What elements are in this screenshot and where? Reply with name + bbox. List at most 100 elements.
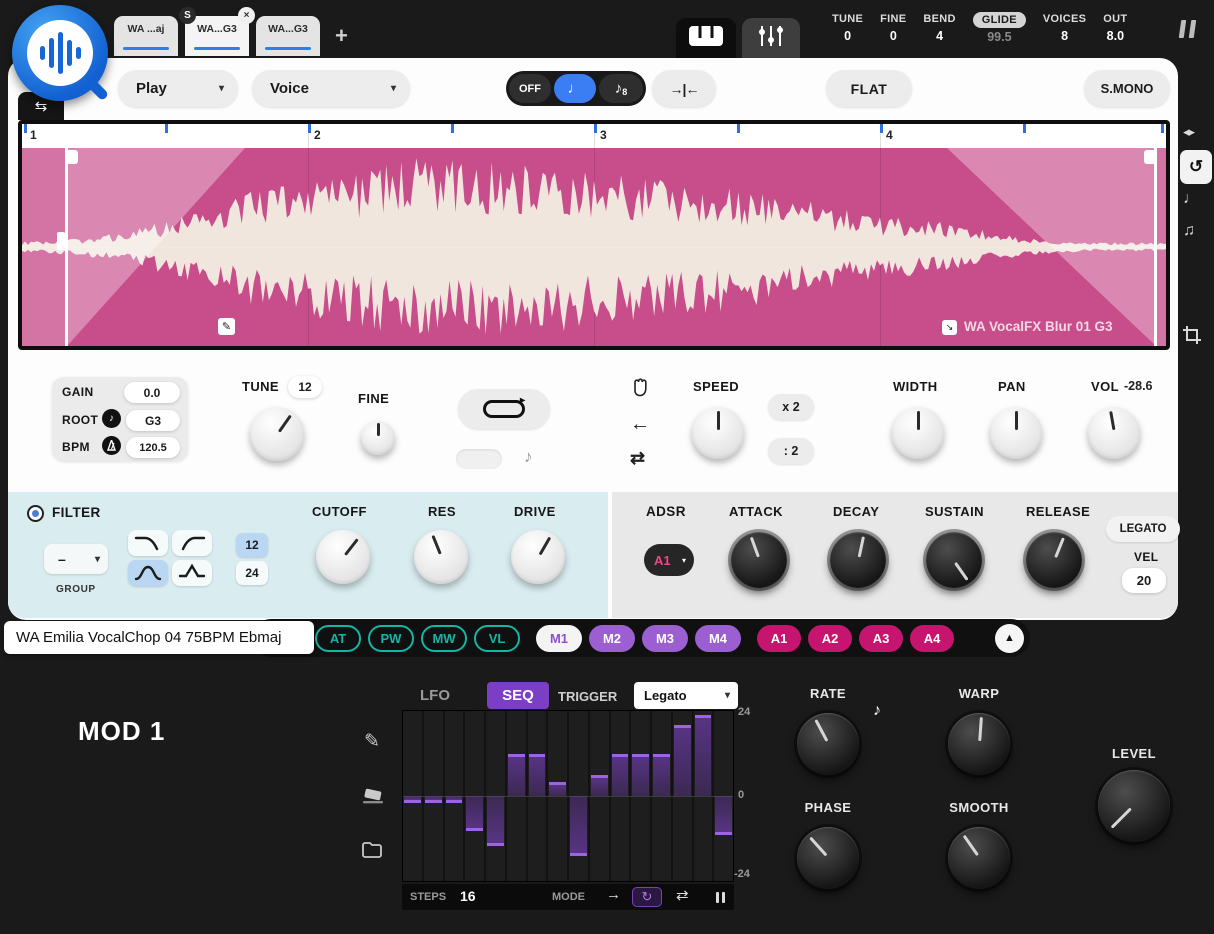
tune-value[interactable]: 12	[288, 376, 322, 398]
param-value[interactable]: 4	[936, 29, 943, 43]
preset-tab-2[interactable]: S × WA...G3	[185, 16, 249, 56]
mod-slot-4[interactable]: M4	[695, 625, 741, 652]
seq-step[interactable]	[484, 711, 505, 881]
slope-12db-button[interactable]: 12	[236, 533, 268, 557]
trigger-mode-dropdown[interactable]: Legato ▾	[634, 682, 738, 709]
flat-button[interactable]: FLAT	[826, 70, 912, 107]
amp-env-1[interactable]: A1	[757, 625, 801, 652]
loop-sync-note-icon[interactable]: ♪	[524, 447, 533, 467]
edit-fade-button[interactable]: ✎	[218, 318, 235, 335]
loaded-sample-filename[interactable]: WA Emilia VocalChop 04 75BPM Ebmaj	[4, 621, 314, 654]
gain-value[interactable]: 0.0	[124, 382, 180, 403]
snap-to-zero-button[interactable]: →|←	[652, 70, 716, 107]
end-marker-flag[interactable]	[1144, 150, 1154, 164]
sync-quarter-note-button[interactable]: ♩	[554, 74, 596, 103]
hand-drag-icon[interactable]	[630, 376, 652, 403]
waveform-canvas[interactable]: ✎ ↘ WA VocalFX Blur 01 G3	[22, 148, 1166, 346]
seq-step[interactable]	[443, 711, 464, 881]
source-velocity[interactable]: VL	[474, 625, 520, 652]
active-edit-tool-button[interactable]: ↺	[1180, 150, 1212, 184]
start-marker-flag[interactable]	[68, 150, 78, 164]
tab-lfo[interactable]: LFO	[420, 687, 450, 704]
start-marker-handle[interactable]	[57, 232, 65, 250]
amp-env-3[interactable]: A3	[859, 625, 903, 652]
drive-knob[interactable]	[511, 530, 565, 584]
param-value[interactable]: 0	[890, 29, 897, 43]
steps-value[interactable]: 16	[460, 888, 476, 904]
shuffle-icon[interactable]: ⇄	[630, 448, 645, 469]
seq-step[interactable]	[463, 711, 484, 881]
seq-step[interactable]	[546, 711, 567, 881]
tab-seq-selected[interactable]: SEQ	[487, 682, 549, 709]
reverse-icon[interactable]: ←	[630, 413, 650, 436]
end-marker[interactable]	[1154, 148, 1157, 346]
mode-pause-icon[interactable]	[714, 890, 726, 908]
level-knob[interactable]	[1098, 770, 1170, 842]
decay-knob[interactable]	[830, 532, 886, 588]
preset-tab-1[interactable]: WA ...aj	[114, 16, 178, 56]
adsr-select-dropdown[interactable]: A1 ▾	[644, 544, 694, 576]
attack-knob[interactable]	[731, 532, 787, 588]
speed-half-button[interactable]: : 2	[768, 438, 814, 464]
sync-off-button[interactable]: OFF	[509, 74, 551, 103]
seq-step[interactable]	[650, 711, 671, 881]
tune-knob[interactable]	[250, 407, 304, 461]
root-value[interactable]: G3	[126, 410, 180, 431]
stereo-mono-button[interactable]: S.MONO	[1084, 70, 1170, 107]
seq-step[interactable]	[422, 711, 443, 881]
fine-knob[interactable]	[361, 421, 395, 455]
pan-knob[interactable]	[990, 407, 1042, 459]
vol-value[interactable]: -28.6	[1124, 379, 1153, 393]
tab-mixer-view[interactable]	[742, 18, 800, 58]
width-knob[interactable]	[892, 407, 944, 459]
seq-step[interactable]	[567, 711, 588, 881]
mode-pingpong-icon[interactable]: ⇄	[676, 886, 689, 904]
seq-step[interactable]	[526, 711, 547, 881]
res-knob[interactable]	[414, 530, 468, 584]
smooth-knob[interactable]	[948, 827, 1010, 889]
legato-button[interactable]: LEGATO	[1106, 516, 1180, 542]
vol-knob[interactable]	[1088, 407, 1140, 459]
waveform-display[interactable]: 1 2 3 4 ✎ ↘ WA Voc	[18, 120, 1170, 350]
pause-icon[interactable]	[1180, 20, 1195, 38]
close-tab-icon[interactable]: ×	[238, 7, 255, 24]
seq-step[interactable]	[588, 711, 609, 881]
add-tab-button[interactable]: +	[335, 23, 348, 49]
preset-folder-icon[interactable]	[362, 842, 382, 863]
bpm-value[interactable]: 120.5	[126, 437, 180, 458]
sample-drag-button[interactable]: ↘	[942, 320, 957, 335]
param-value[interactable]: 0	[844, 29, 851, 43]
collapse-panel-button[interactable]: ▲	[995, 624, 1024, 653]
start-marker[interactable]	[65, 148, 68, 346]
pitch-tool-icon[interactable]: ♩	[1183, 190, 1199, 208]
amp-env-4[interactable]: A4	[910, 625, 954, 652]
sync-eighth-note-button[interactable]: ♪ 8	[599, 74, 643, 103]
amp-env-2[interactable]: A2	[808, 625, 852, 652]
tab-keyboard-view[interactable]	[676, 18, 736, 58]
param-value[interactable]: 8.0	[1107, 29, 1124, 43]
mod-slot-2[interactable]: M2	[589, 625, 635, 652]
seq-step[interactable]	[671, 711, 692, 881]
warp-knob[interactable]	[948, 713, 1010, 775]
highpass-filter-button[interactable]	[172, 530, 212, 556]
pan-view-icon[interactable]: ◂▸	[1183, 124, 1194, 140]
filter-group-dropdown[interactable]: – ▾	[44, 544, 108, 574]
crop-tool-icon[interactable]	[1183, 326, 1201, 349]
param-value[interactable]: 8	[1061, 29, 1068, 43]
sustain-knob[interactable]	[926, 532, 982, 588]
filter-enable-toggle[interactable]	[27, 505, 44, 522]
param-value[interactable]: 99.5	[987, 30, 1011, 44]
seq-step[interactable]	[692, 711, 713, 881]
rate-knob[interactable]	[797, 713, 859, 775]
speed-knob[interactable]	[692, 407, 744, 459]
timeline-ruler[interactable]: 1 2 3 4	[22, 124, 1166, 148]
mod-slot-1-selected[interactable]: M1	[536, 625, 582, 652]
seq-step[interactable]	[609, 711, 630, 881]
glide-pill[interactable]: GLIDE	[973, 12, 1026, 28]
slope-24db-button[interactable]: 24	[236, 561, 268, 585]
loop-length-pill[interactable]	[456, 449, 502, 469]
mod-slot-3[interactable]: M3	[642, 625, 688, 652]
mode-loop-selected[interactable]: ↻	[632, 887, 662, 907]
phase-knob[interactable]	[797, 827, 859, 889]
rate-sync-note-icon[interactable]: ♪	[873, 702, 881, 720]
